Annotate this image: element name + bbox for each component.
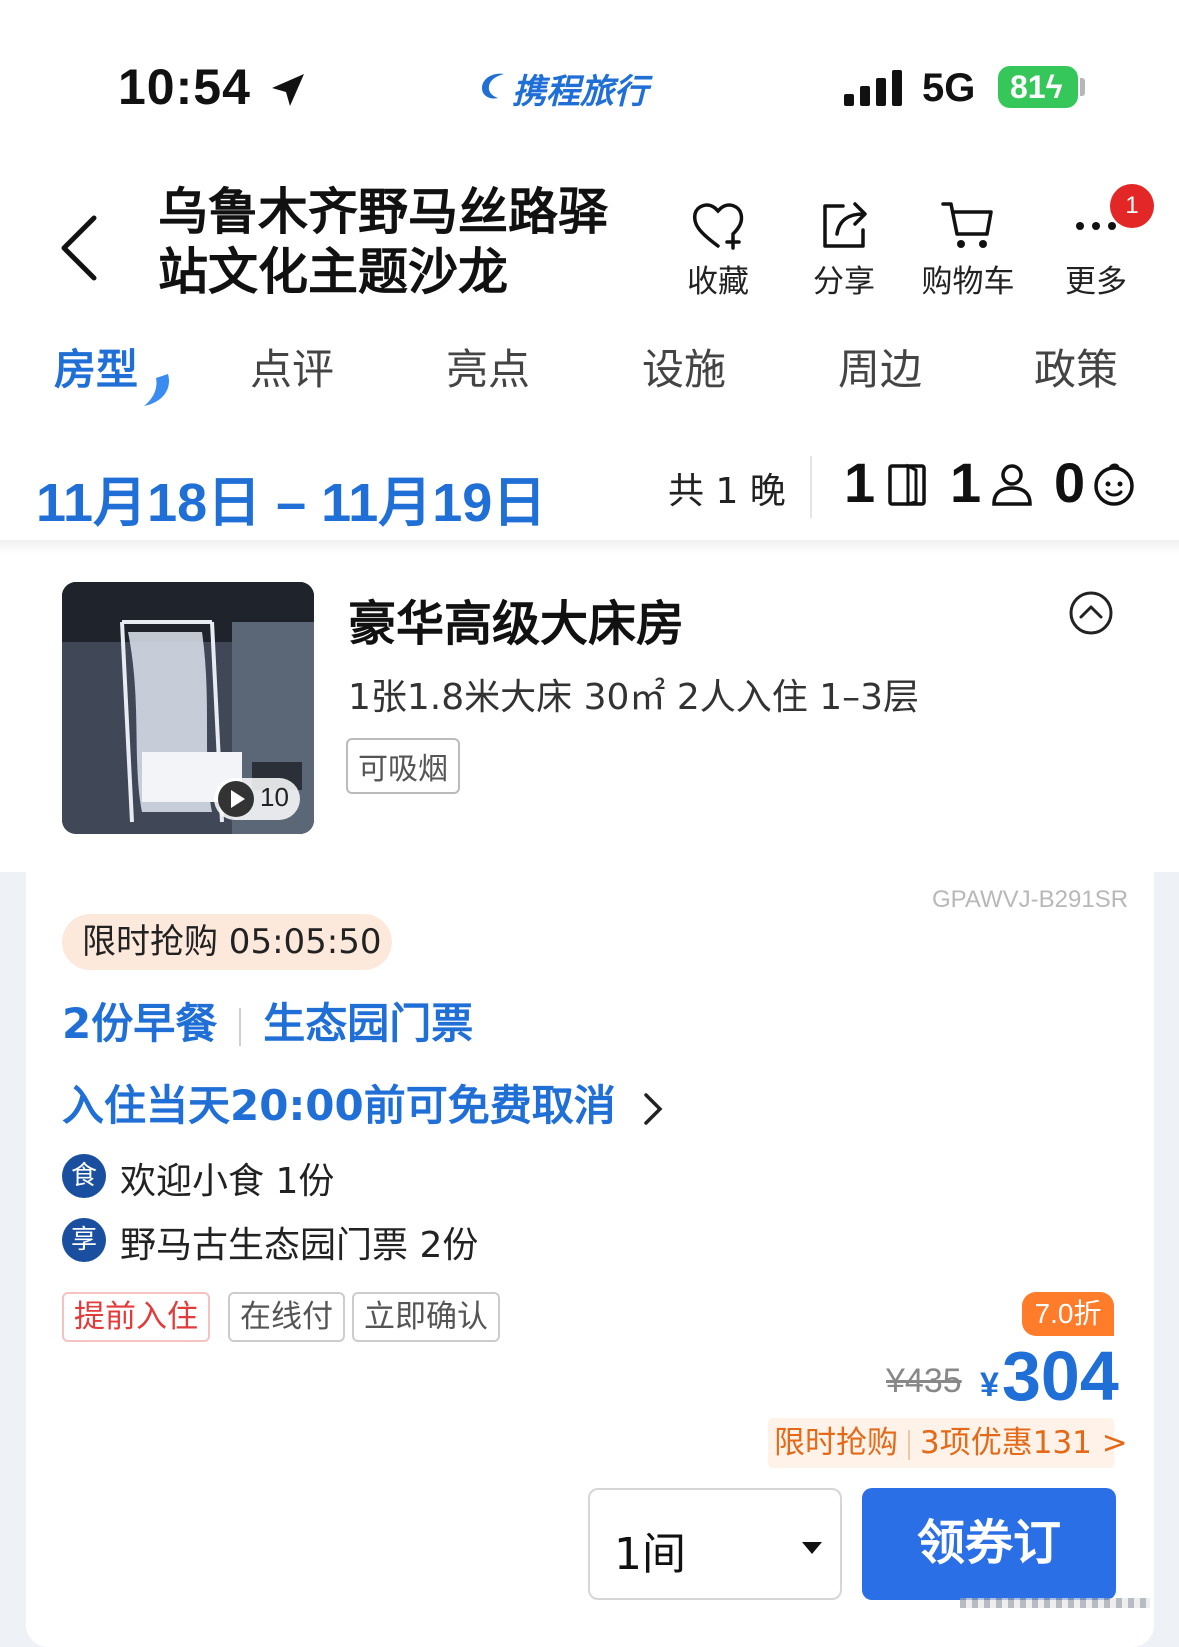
location-arrow-icon	[272, 74, 304, 106]
header-shadow	[0, 540, 1179, 554]
package-perks: 2份早餐 生态园门票	[62, 990, 473, 1051]
room-name[interactable]: 豪华高级大床房	[348, 584, 684, 654]
battery-level: 81	[1010, 69, 1046, 105]
instant-confirm-tag: 立即确认	[352, 1292, 500, 1342]
promo-detail: 3项优惠131 >	[920, 1425, 1128, 1461]
adult-count[interactable]: 1	[950, 450, 981, 515]
app-brand: 携程旅行	[512, 72, 648, 112]
status-bar: 10:54 携程旅行 5G 81ϟ	[0, 0, 1179, 160]
promo-divider	[908, 1429, 910, 1460]
tab-reviews[interactable]: 点评	[250, 336, 334, 397]
room-photo[interactable]: 10	[62, 582, 314, 834]
divider	[810, 456, 812, 518]
current-price: 304	[1002, 1337, 1119, 1415]
perk-ticket: 生态园门票	[263, 999, 474, 1048]
network-type: 5G	[922, 66, 976, 110]
perk-breakfast: 2份早餐	[62, 999, 218, 1048]
discount-badge: 7.0折	[1022, 1292, 1114, 1336]
share-button[interactable]: 分享	[794, 196, 894, 301]
child-face-icon	[1094, 463, 1134, 506]
watermark-strip	[960, 1598, 1150, 1608]
promo-label: 限时抢购	[774, 1425, 898, 1461]
media-count: 10	[260, 782, 289, 812]
gift-text: 欢迎小食 1份	[120, 1161, 335, 1202]
stay-date-range[interactable]: 11月18日 – 11月19日	[36, 458, 546, 537]
battery-tip	[1080, 78, 1085, 96]
cart-button[interactable]: 购物车	[918, 196, 1018, 301]
share-icon	[823, 202, 867, 248]
nights-count: 共 1 晚	[668, 471, 786, 512]
play-icon	[218, 781, 254, 817]
original-price: ¥435	[886, 1362, 962, 1400]
share-label: 分享	[813, 264, 875, 300]
door-icon	[888, 463, 926, 506]
hotel-title: 乌鲁木齐野马丝路驿站文化主题沙龙	[158, 183, 608, 301]
cancellation-text: 入住当天20:00前可免费取消	[62, 1081, 616, 1130]
dropdown-caret-icon	[802, 1542, 822, 1554]
promotion-details-link[interactable]: 限时抢购 3项优惠131 >	[768, 1418, 1128, 1468]
media-pill[interactable]: 10	[214, 778, 300, 820]
favorite-label: 收藏	[687, 264, 749, 300]
room-specs: 1张1.8米大床 30㎡ 2人入住 1–3层	[348, 677, 920, 718]
flash-sale-countdown: 限时抢购 05:05:50	[62, 914, 392, 970]
heart-icon	[692, 203, 744, 250]
early-checkin-tag: 提前入住	[62, 1292, 210, 1342]
tab-policies[interactable]: 政策	[1034, 336, 1118, 397]
notification-badge: 1	[1110, 184, 1154, 228]
perk-divider	[239, 1007, 242, 1046]
ctrip-logo-icon	[482, 73, 504, 99]
enjoy-badge-icon: 享	[62, 1218, 106, 1262]
smoking-allowed-tag: 可吸烟	[346, 738, 460, 794]
tab-highlights[interactable]: 亮点	[446, 336, 530, 397]
chevron-right-icon	[644, 1092, 663, 1125]
quantity-value: 1间	[614, 1529, 686, 1580]
room-quantity-select[interactable]: 1间	[588, 1488, 842, 1600]
battery-indicator: 81ϟ	[998, 66, 1078, 108]
adult-person-icon	[992, 464, 1032, 506]
more-label: 更多	[1065, 264, 1127, 300]
gift-text: 野马古生态园门票 2份	[120, 1225, 479, 1266]
status-time: 10:54	[118, 59, 251, 115]
currency-symbol: ¥	[980, 1366, 999, 1404]
tab-facilities[interactable]: 设施	[642, 336, 726, 397]
cart-icon	[941, 202, 993, 248]
book-with-coupon-button[interactable]: 领券订	[862, 1488, 1116, 1600]
favorite-button[interactable]: 收藏	[668, 196, 768, 301]
section-tabs: 房型 点评 亮点 设施 周边 政策	[0, 336, 1179, 406]
signal-icon	[844, 70, 902, 106]
food-badge-icon: 食	[62, 1154, 106, 1198]
room-count[interactable]: 1	[844, 450, 875, 515]
online-pay-tag: 在线付	[228, 1292, 345, 1342]
child-count[interactable]: 0	[1054, 450, 1085, 515]
cancellation-policy-link[interactable]: 入住当天20:00前可免费取消	[62, 1072, 666, 1133]
tab-room-types[interactable]: 房型	[54, 336, 138, 397]
cart-label: 购物车	[921, 264, 1015, 300]
active-tab-indicator-icon	[144, 374, 169, 406]
rate-code: GPAWVJ-B291SR	[932, 886, 1129, 913]
tab-nearby[interactable]: 周边	[838, 336, 922, 397]
collapse-chevron-up-icon[interactable]	[1068, 590, 1114, 636]
back-chevron-icon[interactable]	[56, 212, 100, 284]
